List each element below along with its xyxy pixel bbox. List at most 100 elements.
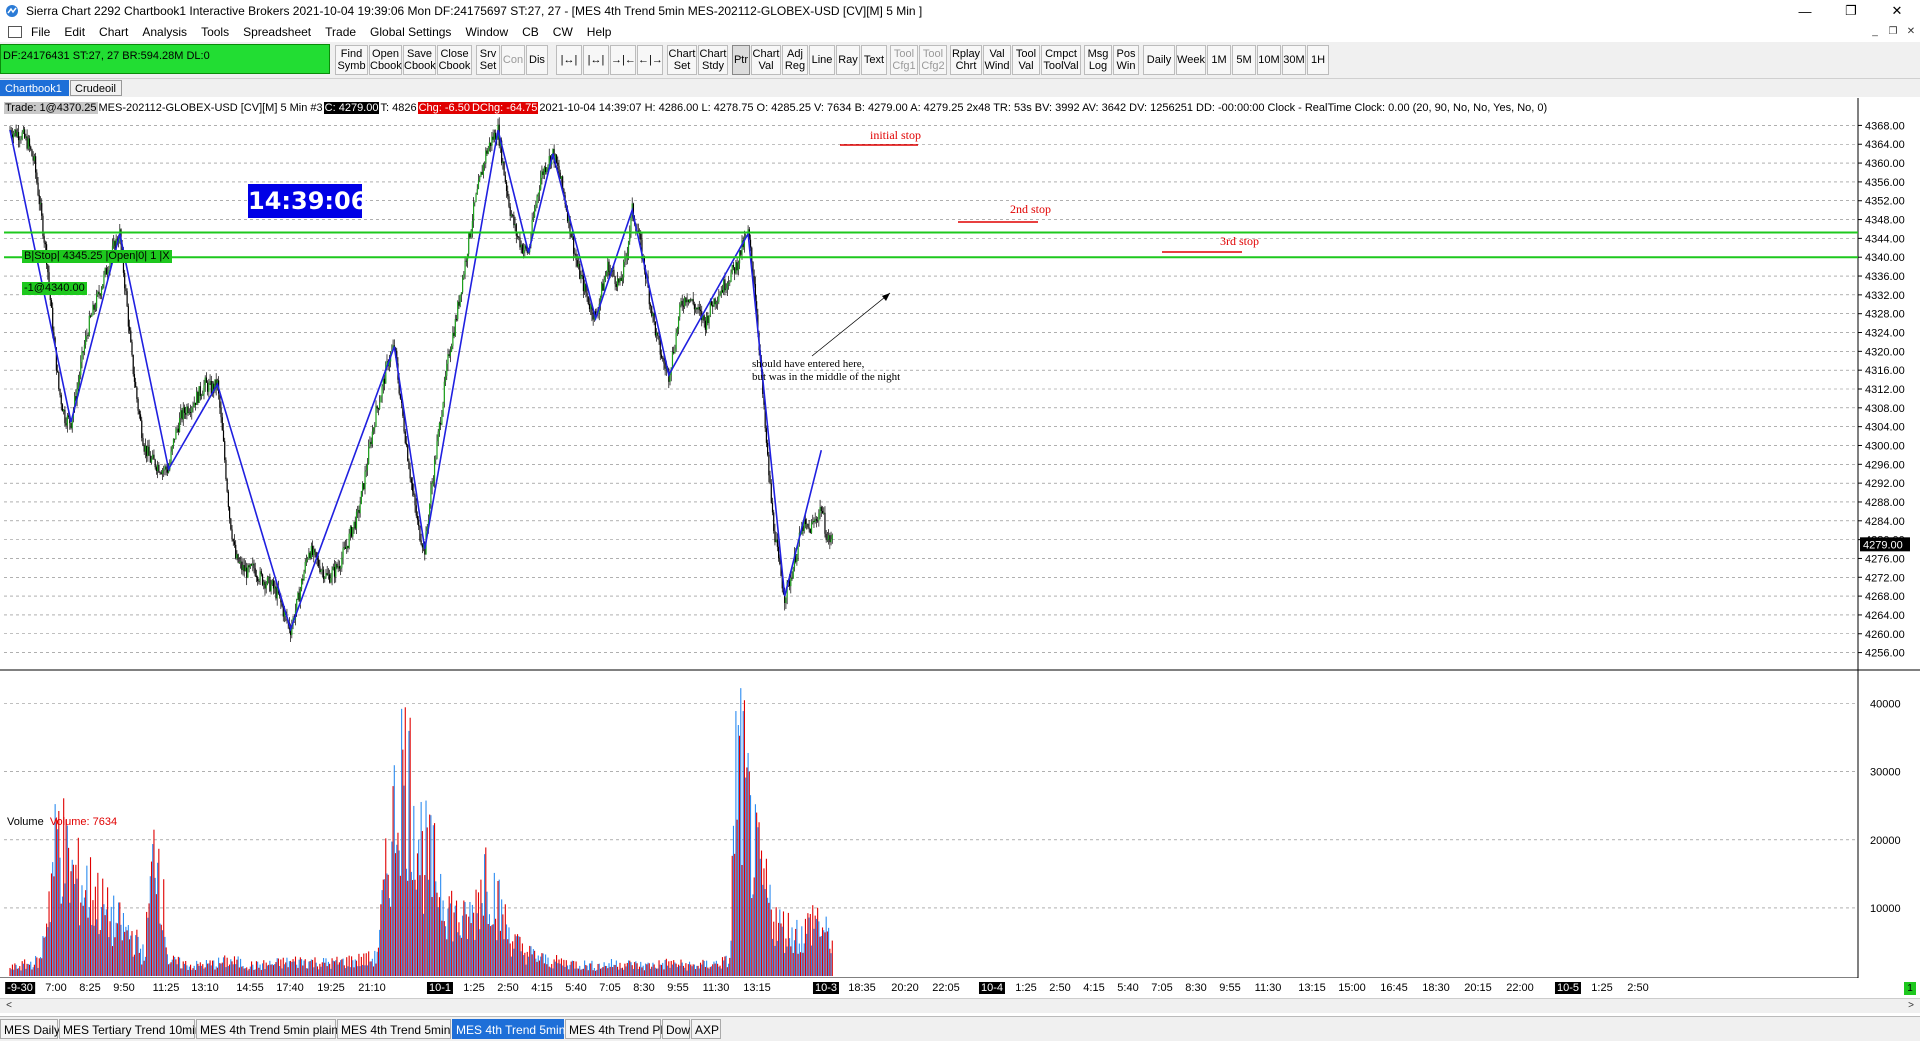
menu-help[interactable]: Help	[580, 25, 619, 39]
volume-bar	[519, 936, 521, 976]
menu-window[interactable]: Window	[458, 25, 515, 39]
disconnect-button[interactable]: Dis	[526, 45, 548, 75]
chart-tab[interactable]: MES 4th Trend 5min plain	[196, 1019, 338, 1039]
menu-spreadsheet[interactable]: Spreadsheet	[236, 25, 318, 39]
menu-cw[interactable]: CW	[546, 25, 580, 39]
position-label[interactable]: -1@4340.00	[22, 282, 87, 295]
volume-bar	[657, 968, 659, 976]
time-axis-label: 5:40	[565, 982, 587, 994]
volume-bar	[104, 915, 106, 976]
menu-tools[interactable]: Tools	[194, 25, 236, 39]
tool-config1-button[interactable]: Tool Cfg1	[890, 45, 918, 75]
stop-order-label[interactable]: B|Stop| 4345.25 |Open|0| 1 |X	[22, 250, 172, 263]
candle-body	[238, 562, 240, 563]
values-window-button[interactable]: Val Wind	[983, 45, 1011, 75]
candle-body	[125, 288, 127, 292]
chart-studies-button[interactable]: Chart Stdy	[698, 45, 728, 75]
mdi-close-button[interactable]: ✕	[1902, 22, 1920, 40]
restore-button[interactable]: ❐	[1828, 0, 1874, 22]
candle-body	[192, 407, 194, 408]
position-window-button[interactable]: Pos Win	[1113, 45, 1139, 75]
menu-file[interactable]: File	[24, 25, 57, 39]
candle-body	[686, 299, 688, 303]
account-status-box[interactable]: DF:24176431 ST:27, 27 BR:594.28M DL:0	[0, 44, 330, 74]
volume-bar	[664, 960, 666, 976]
line-tool-button[interactable]: Line	[809, 45, 835, 75]
find-symbol-button[interactable]: Find Symb	[335, 45, 368, 75]
candle-body	[26, 136, 28, 149]
chart-tab[interactable]: Dow	[662, 1019, 690, 1039]
chart-scale-button-4[interactable]: ←|→	[637, 45, 663, 75]
price-chart[interactable]: 4368.00 4364.00 4360.00 4356.00 4352.00 4348.…	[0, 98, 1920, 978]
menu-cb[interactable]: CB	[515, 25, 546, 39]
replay-chart-button[interactable]: Rplay Chrt	[950, 45, 982, 75]
chart-tab[interactable]: MES 4th Trend 5min	[337, 1019, 451, 1039]
mdi-minimize-button[interactable]: _	[1866, 22, 1884, 40]
scroll-left-arrow-icon[interactable]: <	[2, 999, 16, 1013]
chart-tab[interactable]: MES 4th Trend 5min	[452, 1019, 565, 1039]
adjust-region-button[interactable]: Adj Reg	[782, 45, 808, 75]
tab-chartbook1[interactable]: Chartbook1	[0, 80, 69, 96]
chart-status-line: Trade: 1@4370.25 MES-202112-GLOBEX-USD […	[4, 102, 1548, 114]
volume-bar	[241, 966, 243, 976]
candle-body	[735, 262, 737, 274]
tool-config2-button[interactable]: Tool Cfg2	[919, 45, 947, 75]
chart-scale-button-2[interactable]: |↔|	[583, 45, 609, 75]
menu-chart[interactable]: Chart	[92, 25, 135, 39]
volume-bar	[743, 700, 745, 976]
volume-bar	[620, 968, 622, 976]
menu-analysis[interactable]: Analysis	[135, 25, 194, 39]
mdi-restore-button[interactable]: ❐	[1884, 22, 1902, 40]
candle-body	[576, 260, 578, 267]
volume-bar	[10, 969, 12, 976]
menu-global-settings[interactable]: Global Settings	[363, 25, 458, 39]
text-tool-button[interactable]: Text	[861, 45, 887, 75]
1-hour-button[interactable]: 1H	[1307, 45, 1329, 75]
chart-tab[interactable]: AXP	[691, 1019, 721, 1039]
candle-body	[676, 329, 678, 333]
chart-tab[interactable]: MES 4th Trend PF	[565, 1019, 668, 1039]
chart-scale-button-3[interactable]: →|←	[610, 45, 636, 75]
candle-body	[535, 204, 537, 209]
weekly-button[interactable]: Week	[1176, 45, 1206, 75]
volume-bar	[132, 956, 134, 976]
connect-button[interactable]: Con	[501, 45, 525, 75]
chart-values-button[interactable]: Chart Val	[751, 45, 781, 75]
pointer-tool-button[interactable]: Ptr	[732, 45, 750, 75]
30-minute-button[interactable]: 30M	[1282, 45, 1306, 75]
menu-edit[interactable]: Edit	[57, 25, 92, 39]
close-chartbook-button[interactable]: Close Cbook	[437, 45, 472, 75]
minimize-button[interactable]: —	[1782, 0, 1828, 22]
save-chartbook-button[interactable]: Save Cbook	[403, 45, 436, 75]
scroll-right-arrow-icon[interactable]: >	[1904, 999, 1918, 1013]
ray-tool-button[interactable]: Ray	[836, 45, 860, 75]
candle-body	[27, 138, 29, 149]
10-minute-button[interactable]: 10M	[1257, 45, 1281, 75]
1-minute-button[interactable]: 1M	[1207, 45, 1231, 75]
menu-trade[interactable]: Trade	[318, 25, 363, 39]
tab-crudeoil[interactable]: Crudeoil	[70, 80, 122, 96]
volume-bar	[24, 959, 26, 976]
menu-grid-icon[interactable]	[8, 26, 22, 38]
close-button[interactable]: ✕	[1874, 0, 1920, 22]
horizontal-scrollbar[interactable]: < >	[0, 998, 1920, 1013]
server-settings-button[interactable]: Srv Set	[476, 45, 500, 75]
volume-bar	[532, 949, 534, 976]
chart-tab[interactable]: MES Daily	[0, 1019, 60, 1039]
candle-body	[107, 272, 109, 275]
chart-area[interactable]: 4368.00 4364.00 4360.00 4356.00 4352.00 4348.…	[0, 98, 1920, 978]
volume-bar	[191, 969, 193, 976]
compact-tool-values-button[interactable]: Cmpct ToolVal	[1041, 45, 1081, 75]
chart-settings-button[interactable]: Chart Set	[667, 45, 697, 75]
open-chartbook-button[interactable]: Open Cbook	[369, 45, 402, 75]
chart-scale-button-1[interactable]: |↔|	[556, 45, 582, 75]
candle-body	[718, 296, 720, 302]
volume-bar	[404, 707, 406, 976]
tool-values-button[interactable]: Tool Val	[1012, 45, 1040, 75]
5-minute-button[interactable]: 5M	[1232, 45, 1256, 75]
volume-bar	[41, 958, 43, 976]
message-log-button[interactable]: Msg Log	[1084, 45, 1112, 75]
candle-body	[651, 306, 653, 316]
chart-tab[interactable]: MES Tertiary Trend 10min	[59, 1019, 202, 1039]
daily-button[interactable]: Daily	[1143, 45, 1175, 75]
